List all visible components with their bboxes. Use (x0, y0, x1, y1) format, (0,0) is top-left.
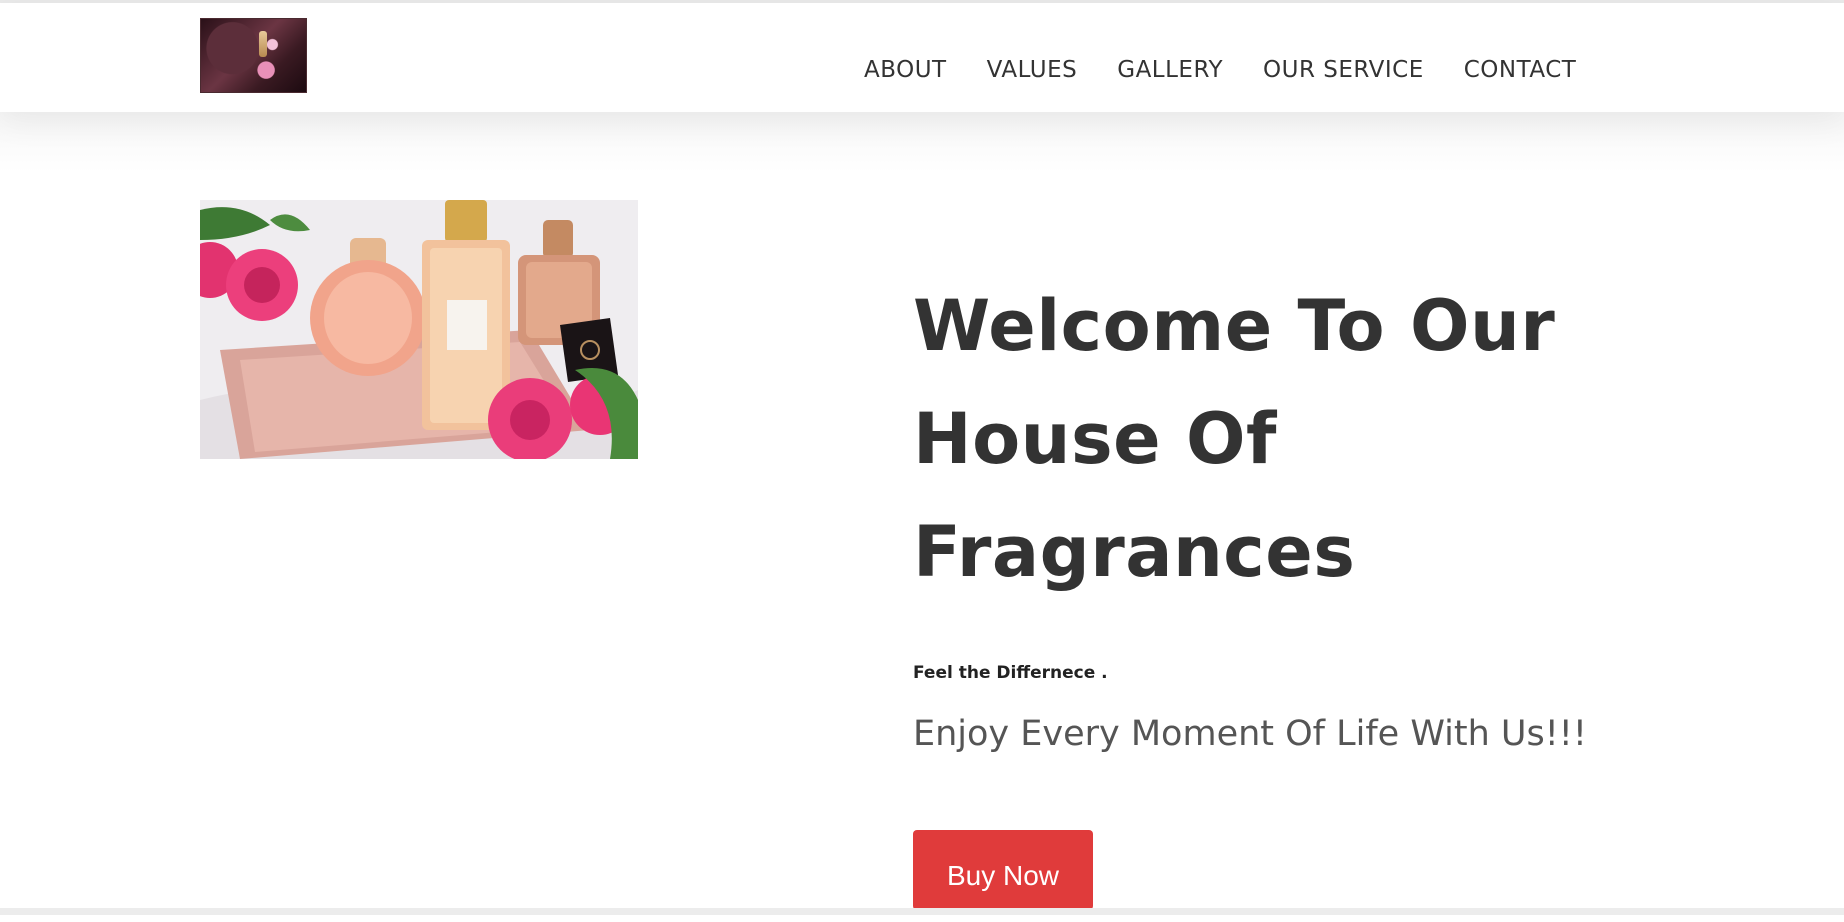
headline-line-2: House Of (913, 398, 1277, 480)
headline-line-1: Welcome To Our (913, 285, 1556, 367)
hero-tagline: Feel the Differnece . (913, 663, 1108, 683)
nav-about[interactable]: ABOUT (864, 53, 947, 87)
nav-gallery[interactable]: GALLERY (1117, 53, 1223, 87)
hero-subline: Enjoy Every Moment Of Life With Us!!! (913, 714, 1587, 754)
perfume-hero-image (200, 200, 638, 459)
nav-values[interactable]: VALUES (987, 53, 1078, 87)
site-header: ABOUT VALUES GALLERY OUR SERVICE CONTACT (0, 3, 1844, 112)
nav-contact[interactable]: CONTACT (1464, 53, 1577, 87)
main-nav: ABOUT VALUES GALLERY OUR SERVICE CONTACT (864, 53, 1576, 87)
headline-line-3: Fragrances (913, 511, 1356, 593)
nav-our-service[interactable]: OUR SERVICE (1263, 53, 1424, 87)
buy-now-button[interactable]: Buy Now (913, 830, 1093, 910)
header-shadow-band (0, 112, 1844, 172)
hero-headline: Welcome To Our House Of Fragrances (913, 270, 1613, 609)
bottom-border (0, 908, 1844, 915)
logo-image[interactable] (200, 18, 307, 93)
